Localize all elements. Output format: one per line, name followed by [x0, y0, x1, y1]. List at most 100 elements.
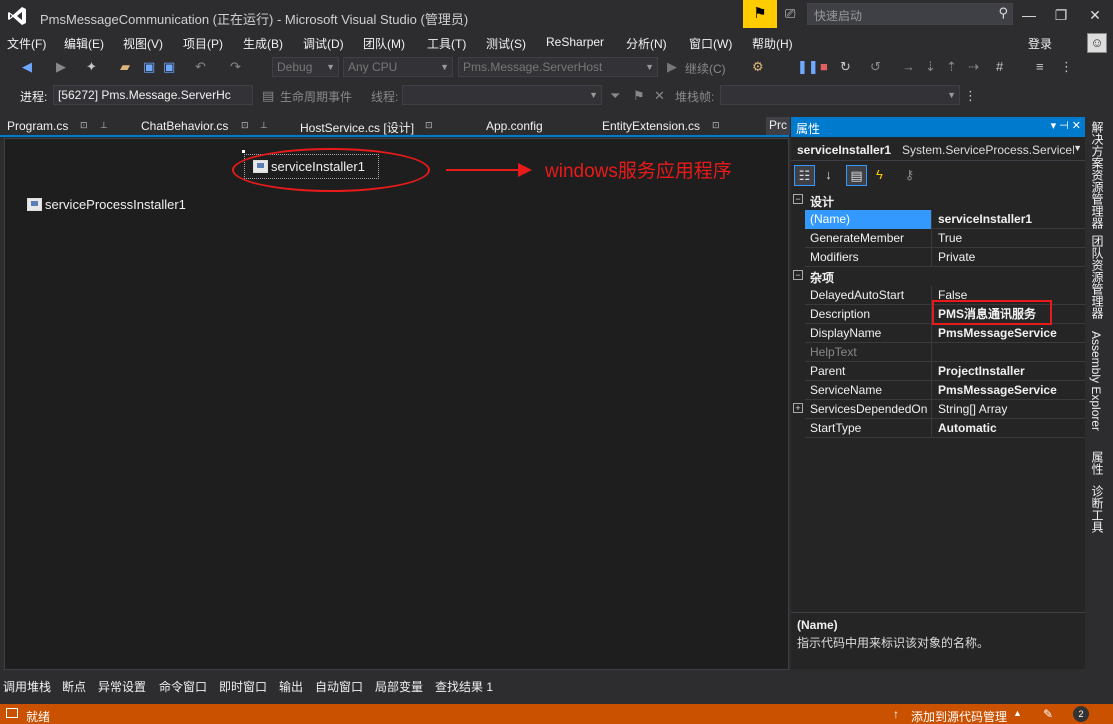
- continue-icon[interactable]: ▶: [667, 59, 677, 75]
- back-icon[interactable]: ◀: [22, 59, 32, 75]
- property-pages-icon[interactable]: ⚷: [899, 165, 920, 186]
- redo-icon[interactable]: ↷: [230, 59, 241, 75]
- category-misc[interactable]: − 杂项: [791, 267, 1085, 286]
- pin-icon[interactable]: ⊡: [241, 120, 249, 131]
- property-row-starttype[interactable]: StartType Automatic: [805, 419, 1085, 438]
- feedback-flag-icon[interactable]: ⚑: [743, 0, 777, 28]
- property-value[interactable]: PmsMessageService: [933, 381, 1085, 400]
- open-file-icon[interactable]: ▰: [120, 59, 130, 75]
- side-tab-team-explorer[interactable]: 团队资源管理器: [1089, 235, 1106, 319]
- property-row-displayname[interactable]: DisplayName PmsMessageService: [805, 324, 1085, 343]
- menu-window[interactable]: 窗口(W): [689, 35, 732, 52]
- category-design[interactable]: − 设计: [791, 191, 1085, 210]
- continue-label[interactable]: 继续(C): [685, 60, 726, 77]
- side-tab-assembly-explorer[interactable]: Assembly Explorer: [1089, 331, 1103, 431]
- events-icon[interactable]: ϟ: [869, 165, 890, 186]
- toolbar-options-icon[interactable]: ≡: [1036, 59, 1044, 75]
- menu-project[interactable]: 项目(P): [183, 35, 223, 52]
- minimize-button[interactable]: —: [1014, 4, 1044, 26]
- process-dropdown[interactable]: [56272] Pms.Message.ServerHc: [53, 85, 253, 105]
- new-project-icon[interactable]: ✦: [86, 59, 97, 75]
- categorized-icon[interactable]: ☷: [794, 165, 815, 186]
- tab-app-config[interactable]: App.config: [486, 119, 543, 133]
- tab-command-window[interactable]: 命令窗口: [159, 678, 207, 695]
- save-all-icon[interactable]: ▣: [163, 59, 175, 75]
- property-value[interactable]: True: [933, 229, 1085, 248]
- step-over-icon[interactable]: ⇣: [925, 59, 936, 75]
- panel-controls-icon[interactable]: ▾ ⊣ ✕: [1051, 119, 1081, 132]
- hex-display-icon[interactable]: ⇢: [968, 59, 979, 75]
- menu-team[interactable]: 团队(M): [363, 35, 405, 52]
- property-value[interactable]: PmsMessageService: [933, 324, 1085, 343]
- property-row-parent[interactable]: Parent ProjectInstaller: [805, 362, 1085, 381]
- toolbar2-overflow-icon[interactable]: ⋮: [964, 88, 977, 104]
- expand-icon[interactable]: +: [793, 403, 803, 413]
- tab-call-stack[interactable]: 调用堆栈: [3, 678, 51, 695]
- menu-test[interactable]: 测试(S): [486, 35, 526, 52]
- tab-exception-settings[interactable]: 异常设置: [98, 678, 146, 695]
- tab-find-results[interactable]: 查找结果 1: [435, 678, 493, 695]
- collapse-icon[interactable]: −: [793, 194, 803, 204]
- pause-icon[interactable]: ❚❚: [797, 59, 819, 75]
- account-icon[interactable]: ☺: [1087, 33, 1107, 53]
- pencil-icon[interactable]: ✎: [1043, 707, 1053, 721]
- stackframe-dropdown[interactable]: ▼: [720, 85, 960, 105]
- stop-icon[interactable]: ■: [820, 59, 828, 75]
- attach-icon[interactable]: ⚙: [752, 59, 764, 75]
- forward-icon[interactable]: ▶: [56, 59, 66, 75]
- property-row-generatemember[interactable]: GenerateMember True: [805, 229, 1085, 248]
- property-row-name[interactable]: (Name) serviceInstaller1: [805, 210, 1085, 229]
- undo-icon[interactable]: ↶: [195, 59, 206, 75]
- lifecycle-events-label[interactable]: 生命周期事件: [280, 88, 352, 105]
- menu-edit[interactable]: 编辑(E): [64, 35, 104, 52]
- service-process-installer-component[interactable]: serviceProcessInstaller1: [27, 197, 186, 212]
- step-into-icon[interactable]: →: [902, 59, 915, 75]
- menu-build[interactable]: 生成(B): [243, 35, 283, 52]
- tab-projectinstaller[interactable]: Prc: [766, 117, 790, 135]
- show-next-statement-icon[interactable]: ↺: [870, 59, 881, 75]
- menu-view[interactable]: 视图(V): [123, 35, 163, 52]
- notifications-icon[interactable]: ⎚: [785, 6, 795, 22]
- toolbar-overflow-icon[interactable]: ⋮: [1060, 59, 1073, 75]
- property-value[interactable]: ProjectInstaller: [933, 362, 1085, 381]
- pin-icon[interactable]: ⊡: [712, 120, 720, 131]
- caret-up-icon[interactable]: ▲: [1013, 708, 1022, 718]
- expand-servicesdependedon[interactable]: +: [791, 400, 805, 419]
- properties-view-icon[interactable]: ▤: [846, 165, 867, 186]
- pin-icon[interactable]: ⊥: [260, 120, 268, 131]
- object-selector[interactable]: serviceInstaller1 System.ServiceProcess.…: [791, 139, 1085, 161]
- property-value[interactable]: Private: [933, 248, 1085, 267]
- pin-icon[interactable]: ⊡: [425, 120, 433, 131]
- sign-in-link[interactable]: 登录: [1028, 35, 1052, 52]
- flag-threads-icon[interactable]: ⚑: [633, 88, 645, 104]
- lifecycle-events-icon[interactable]: ▤: [262, 88, 274, 104]
- property-row-servicesdependedon[interactable]: ServicesDependedOn String[] Array: [805, 400, 1085, 419]
- quick-launch-box[interactable]: 快速启动 ⚲: [807, 3, 1013, 25]
- selection-handle[interactable]: [242, 150, 245, 153]
- tab-entityextension-cs[interactable]: EntityExtension.cs: [602, 119, 700, 133]
- tab-hostservice-design[interactable]: HostService.cs [设计]: [300, 119, 414, 136]
- property-value[interactable]: String[] Array: [933, 400, 1085, 419]
- tab-output[interactable]: 输出: [279, 678, 303, 695]
- property-row-modifiers[interactable]: Modifiers Private: [805, 248, 1085, 267]
- save-icon[interactable]: ▣: [143, 59, 155, 75]
- menu-file[interactable]: 文件(F): [7, 35, 46, 52]
- tab-immediate-window[interactable]: 即时窗口: [219, 678, 267, 695]
- breakpoint-grid-icon[interactable]: #: [996, 59, 1003, 75]
- side-tab-diagnostics[interactable]: 诊断工具: [1089, 485, 1106, 533]
- side-tab-properties[interactable]: 属性: [1089, 451, 1106, 475]
- add-to-source-control[interactable]: 添加到源代码管理: [911, 708, 1007, 724]
- tab-locals[interactable]: 局部变量: [375, 678, 423, 695]
- thread-dropdown[interactable]: ▼: [402, 85, 602, 105]
- side-tab-solution-explorer[interactable]: 解决方案资源管理器: [1089, 121, 1106, 229]
- pin-icon[interactable]: ⊡: [80, 120, 88, 131]
- step-out-icon[interactable]: ⇡: [946, 59, 957, 75]
- collapse-icon[interactable]: −: [793, 270, 803, 280]
- tab-program-cs[interactable]: Program.cs: [7, 119, 68, 133]
- close-button[interactable]: ✕: [1080, 4, 1110, 26]
- filter-icon[interactable]: ⏷: [610, 88, 620, 104]
- platform-dropdown[interactable]: Any CPU ▼: [343, 57, 453, 77]
- configuration-dropdown[interactable]: Debug ▼: [272, 57, 339, 77]
- tab-breakpoints[interactable]: 断点: [62, 678, 86, 695]
- restore-button[interactable]: ❐: [1046, 4, 1076, 26]
